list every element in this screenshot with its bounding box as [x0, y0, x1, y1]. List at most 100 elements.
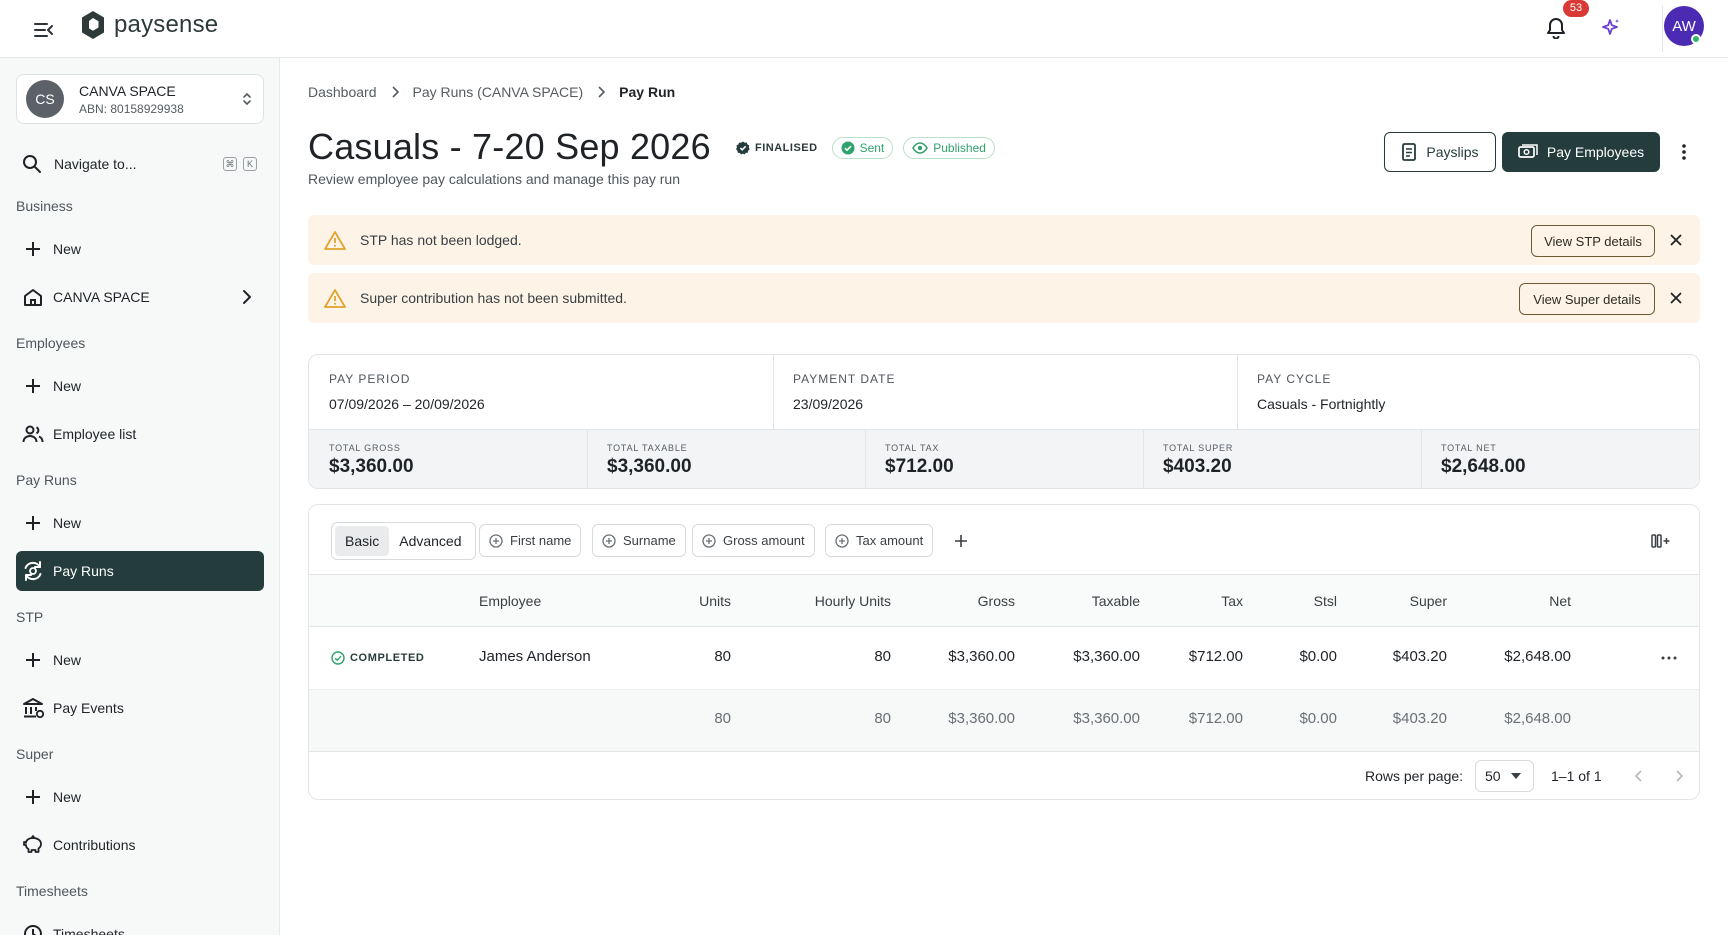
payslips-button[interactable]: Payslips — [1384, 132, 1496, 172]
sent-badge: Sent — [831, 137, 894, 159]
breadcrumb: Dashboard Pay Runs (CANVA SPACE) Pay Run — [308, 84, 675, 100]
sidebar-item-employee-list[interactable]: Employee list — [16, 414, 264, 454]
total-net-label: TOTAL NET — [1441, 443, 1497, 453]
status-badges: FINALISED Sent Published — [732, 137, 995, 159]
tab-advanced[interactable]: Advanced — [389, 526, 471, 556]
pay-run-summary: PAY PERIOD 07/09/2026 – 20/09/2026 PAYME… — [308, 354, 1700, 489]
column-header-super[interactable]: Super — [1347, 593, 1447, 609]
document-icon — [1402, 143, 1417, 161]
org-abn: ABN: 80158929938 — [79, 101, 184, 116]
more-options-vertical-icon[interactable] — [1670, 138, 1698, 166]
filter-tax-amount[interactable]: Tax amount — [825, 524, 934, 557]
pay-period-label: PAY PERIOD — [329, 372, 411, 386]
rows-per-page-label: Rows per page: — [1365, 768, 1464, 784]
sidebar-item-employees-new[interactable]: New — [16, 366, 264, 406]
column-header-units[interactable]: Units — [631, 593, 731, 609]
tab-basic[interactable]: Basic — [335, 526, 390, 556]
stp-alert-message: STP has not been lodged. — [360, 232, 522, 248]
table-row[interactable]: COMPLETED James Anderson 80 80 $3,360.00… — [309, 627, 1699, 690]
sidebar-item-timesheets[interactable]: Timesheets — [16, 914, 264, 935]
chevron-right-icon — [391, 86, 399, 98]
sidebar-item-canva-space[interactable]: CANVA SPACE — [16, 277, 264, 317]
total-gross-label: TOTAL GROSS — [329, 443, 401, 453]
people-icon — [22, 423, 44, 445]
payment-date-value: 23/09/2026 — [793, 396, 864, 412]
total-super-value: $403.20 — [1163, 456, 1232, 477]
total-net-value: $2,648.00 — [1441, 456, 1526, 477]
column-header-taxable[interactable]: Taxable — [1040, 593, 1140, 609]
menu-collapse-icon[interactable] — [28, 14, 60, 46]
cell-units: 80 — [714, 648, 731, 665]
plus-circle-icon — [702, 533, 716, 548]
employees-table-card: Basic Advanced First name Surname Gross … — [308, 504, 1700, 800]
row-more-options-icon[interactable] — [1657, 649, 1681, 667]
sidebar-item-super-new[interactable]: New — [16, 777, 264, 817]
sidebar-item-pay-runs[interactable]: Pay Runs — [16, 551, 264, 591]
cell-gross: $3,360.00 — [948, 648, 1015, 665]
sidebar-item-stp-new[interactable]: New — [16, 640, 264, 680]
add-column-icon[interactable] — [1649, 529, 1673, 553]
breadcrumb-dashboard[interactable]: Dashboard — [308, 84, 377, 100]
close-icon[interactable] — [1666, 288, 1686, 308]
total-gross: TOTAL GROSS $3,360.00 — [309, 430, 587, 488]
pay-run-cycle-icon — [22, 560, 44, 582]
sidebar-item-business-new[interactable]: New — [16, 229, 264, 269]
clock-icon — [22, 923, 44, 935]
total-tax: TOTAL TAX $712.00 — [865, 430, 1143, 488]
column-header-stsl[interactable]: Stsl — [1237, 593, 1337, 609]
notifications-bell-icon[interactable] — [1540, 12, 1572, 44]
filter-label: Tax amount — [856, 533, 924, 548]
finalised-status: FINALISED — [732, 139, 822, 157]
navigate-search[interactable]: Navigate to... ⌘ K — [16, 146, 264, 182]
next-page-chevron-icon[interactable] — [1667, 764, 1691, 788]
organization-switcher[interactable]: CS CANVA SPACE ABN: 80158929938 — [16, 74, 264, 124]
plus-icon — [22, 512, 44, 534]
column-header-employee[interactable]: Employee — [479, 593, 541, 609]
column-header-gross[interactable]: Gross — [915, 593, 1015, 609]
pay-period-value: 07/09/2026 – 20/09/2026 — [329, 396, 485, 412]
sidebar-item-label: Timesheets — [53, 926, 125, 935]
filter-first-name[interactable]: First name — [479, 524, 582, 557]
super-alert: Super contribution has not been submitte… — [308, 273, 1700, 323]
ai-assistant-sparkle-icon[interactable] — [1595, 12, 1627, 44]
check-circle-icon — [841, 141, 855, 155]
org-avatar: CS — [26, 80, 64, 118]
sidebar-item-pay-runs-new[interactable]: New — [16, 503, 264, 543]
add-filter-plus-icon[interactable] — [949, 529, 973, 553]
piggy-bank-icon — [22, 834, 44, 856]
warning-icon — [324, 288, 346, 308]
filter-surname[interactable]: Surname — [592, 524, 686, 557]
payment-date-label: PAYMENT DATE — [793, 372, 896, 386]
employee-name-link[interactable]: James Anderson — [479, 648, 591, 665]
filter-label: Surname — [623, 533, 676, 548]
filter-gross-amount[interactable]: Gross amount — [692, 524, 815, 557]
org-name: CANVA SPACE — [79, 82, 176, 99]
app-logo[interactable]: paysense — [80, 10, 218, 40]
view-stp-details-button[interactable]: View STP details — [1531, 225, 1655, 257]
total-taxable-cell: $3,360.00 — [1073, 710, 1140, 727]
view-super-details-button[interactable]: View Super details — [1519, 283, 1655, 315]
rows-per-page-select[interactable]: 50 — [1475, 760, 1534, 792]
cell-super: $403.20 — [1392, 648, 1447, 665]
pay-employees-button[interactable]: Pay Employees — [1502, 132, 1660, 172]
pay-cycle-label: PAY CYCLE — [1257, 372, 1332, 386]
column-header-hourly-units[interactable]: Hourly Units — [771, 593, 891, 609]
rows-per-page-value: 50 — [1485, 768, 1501, 784]
sidebar-item-contributions[interactable]: Contributions — [16, 825, 264, 865]
published-badge: Published — [903, 137, 995, 159]
chevron-right-icon — [242, 289, 252, 308]
logo-text: paysense — [114, 11, 219, 38]
pay-period-cell: PAY PERIOD 07/09/2026 – 20/09/2026 — [309, 355, 773, 430]
table-header: Employee Units Hourly Units Gross Taxabl… — [309, 575, 1699, 627]
completed-label: COMPLETED — [350, 652, 425, 664]
sidebar-item-pay-events[interactable]: Pay Events — [16, 688, 264, 728]
column-header-tax[interactable]: Tax — [1143, 593, 1243, 609]
previous-page-chevron-icon[interactable] — [1627, 764, 1651, 788]
plus-circle-icon — [489, 533, 503, 548]
column-header-net[interactable]: Net — [1471, 593, 1571, 609]
close-icon[interactable] — [1666, 230, 1686, 250]
total-super-label: TOTAL SUPER — [1163, 443, 1234, 453]
view-toggle: Basic Advanced — [331, 522, 476, 560]
breadcrumb-pay-runs[interactable]: Pay Runs (CANVA SPACE) — [413, 84, 584, 100]
sidebar-item-label: New — [53, 241, 82, 257]
